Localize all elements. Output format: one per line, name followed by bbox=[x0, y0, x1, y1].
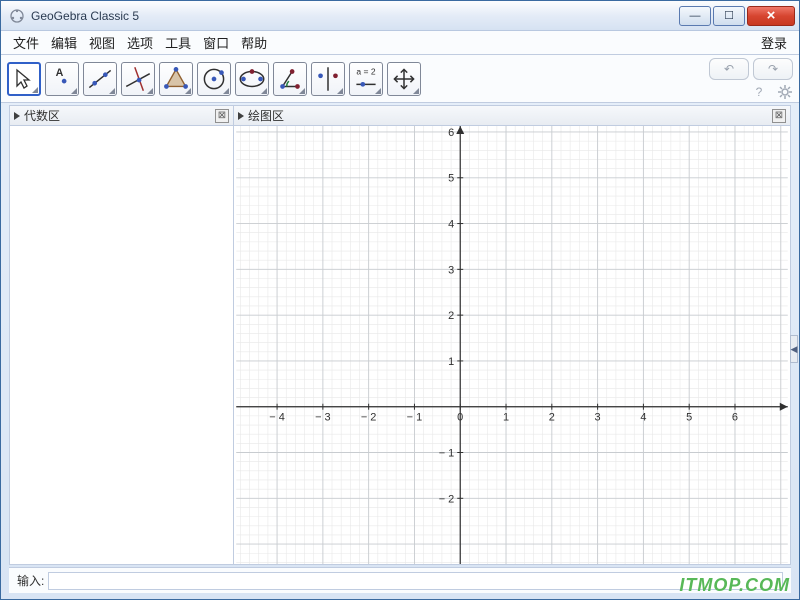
window-title: GeoGebra Classic 5 bbox=[31, 9, 677, 23]
line-tool[interactable] bbox=[83, 62, 117, 96]
reflect-tool[interactable] bbox=[311, 62, 345, 96]
polygon-tool[interactable] bbox=[159, 62, 193, 96]
svg-text:6: 6 bbox=[448, 127, 454, 139]
svg-text:a = 2: a = 2 bbox=[356, 66, 375, 76]
expand-icon[interactable] bbox=[238, 112, 244, 120]
svg-text:2: 2 bbox=[549, 412, 555, 424]
svg-text:− 3: − 3 bbox=[315, 412, 331, 424]
undo-button[interactable]: ↶ bbox=[709, 58, 749, 80]
svg-text:3: 3 bbox=[595, 412, 601, 424]
expand-icon[interactable] bbox=[14, 112, 20, 120]
algebra-panel: 代数区 ⊠ bbox=[10, 106, 234, 564]
graphics-header[interactable]: 绘图区 ⊠ bbox=[234, 106, 790, 126]
menu-edit[interactable]: 编辑 bbox=[45, 30, 83, 55]
svg-text:?: ? bbox=[756, 85, 763, 99]
menubar: 文件 编辑 视图 选项 工具 窗口 帮助 登录 bbox=[1, 31, 799, 55]
close-button[interactable]: × bbox=[747, 6, 795, 26]
svg-text:− 2: − 2 bbox=[439, 493, 455, 505]
slider-tool[interactable]: a = 2 bbox=[349, 62, 383, 96]
toolbar: Aa = 2 ↶ ↷ ? bbox=[1, 55, 799, 103]
graphics-close-icon[interactable]: ⊠ bbox=[772, 109, 786, 123]
menu-window[interactable]: 窗口 bbox=[197, 30, 235, 55]
menu-tools[interactable]: 工具 bbox=[159, 30, 197, 55]
algebra-header[interactable]: 代数区 ⊠ bbox=[10, 106, 233, 126]
svg-text:A: A bbox=[56, 66, 64, 78]
svg-text:5: 5 bbox=[686, 412, 692, 424]
redo-button[interactable]: ↷ bbox=[753, 58, 793, 80]
toolbar-right: ↶ ↷ ? bbox=[709, 58, 793, 100]
algebra-body[interactable] bbox=[10, 126, 233, 564]
minimize-button[interactable]: — bbox=[679, 6, 711, 26]
menu-view[interactable]: 视图 bbox=[83, 30, 121, 55]
svg-text:1: 1 bbox=[448, 356, 454, 368]
svg-text:− 4: − 4 bbox=[269, 412, 285, 424]
menu-options[interactable]: 选项 bbox=[121, 30, 159, 55]
svg-text:6: 6 bbox=[732, 412, 738, 424]
graphics-title: 绘图区 bbox=[248, 107, 284, 124]
help-icon[interactable]: ? bbox=[751, 84, 767, 100]
perpendicular-tool[interactable] bbox=[121, 62, 155, 96]
algebra-close-icon[interactable]: ⊠ bbox=[215, 109, 229, 123]
ellipse-tool[interactable] bbox=[235, 62, 269, 96]
side-tab[interactable]: ◀ bbox=[790, 335, 798, 363]
window-controls: — ☐ × bbox=[677, 6, 795, 26]
svg-text:1: 1 bbox=[503, 412, 509, 424]
svg-text:2: 2 bbox=[448, 310, 454, 322]
graphics-panel: 绘图区 ⊠ − 4 − 3 − 2 − 1 0 1 2 3 4 5 6 − 2 − 1 1 2 3 4 5 6 bbox=[234, 106, 790, 564]
point-tool[interactable]: A bbox=[45, 62, 79, 96]
menu-login[interactable]: 登录 bbox=[755, 30, 793, 55]
circle-tool[interactable] bbox=[197, 62, 231, 96]
svg-text:− 2: − 2 bbox=[361, 412, 377, 424]
app-icon bbox=[9, 8, 25, 24]
algebra-title: 代数区 bbox=[24, 107, 60, 124]
command-input[interactable] bbox=[48, 572, 783, 590]
input-label: 输入: bbox=[17, 572, 44, 589]
app-window: GeoGebra Classic 5 — ☐ × 文件 编辑 视图 选项 工具 … bbox=[0, 0, 800, 600]
svg-text:− 1: − 1 bbox=[407, 412, 423, 424]
svg-text:− 1: − 1 bbox=[439, 447, 455, 459]
angle-tool[interactable] bbox=[273, 62, 307, 96]
svg-text:4: 4 bbox=[640, 412, 646, 424]
svg-text:4: 4 bbox=[448, 219, 454, 231]
move-view-tool[interactable] bbox=[387, 62, 421, 96]
move-tool[interactable] bbox=[7, 62, 41, 96]
content-area: 代数区 ⊠ 绘图区 ⊠ − 4 − 3 − 2 − 1 0 1 2 3 4 5 6 − 2 − 1 1 2 3… bbox=[9, 105, 791, 565]
svg-text:3: 3 bbox=[448, 264, 454, 276]
titlebar[interactable]: GeoGebra Classic 5 — ☐ × bbox=[1, 1, 799, 31]
menu-file[interactable]: 文件 bbox=[7, 30, 45, 55]
gear-icon[interactable] bbox=[777, 84, 793, 100]
svg-text:0: 0 bbox=[457, 412, 463, 424]
input-bar: 输入: bbox=[9, 567, 791, 593]
maximize-button[interactable]: ☐ bbox=[713, 6, 745, 26]
svg-text:5: 5 bbox=[448, 173, 454, 185]
graphics-canvas[interactable]: − 4 − 3 − 2 − 1 0 1 2 3 4 5 6 − 2 − 1 1 2 3 4 5 6 bbox=[234, 126, 790, 564]
menu-help[interactable]: 帮助 bbox=[235, 30, 273, 55]
